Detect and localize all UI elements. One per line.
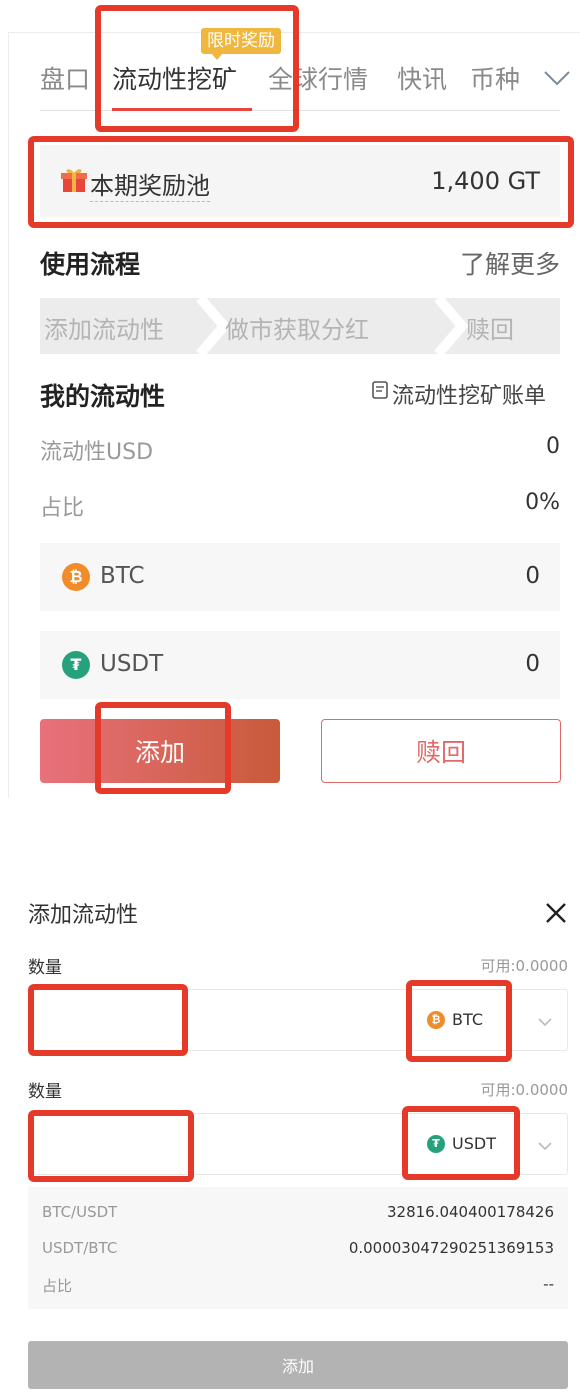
amount-label-2: 数量 bbox=[28, 1082, 62, 1102]
my-liquidity-title: 我的流动性 bbox=[40, 382, 166, 411]
add-liquidity-button[interactable]: 添加 bbox=[40, 719, 280, 783]
tab-news[interactable]: 快讯 bbox=[397, 60, 447, 96]
submit-add-button[interactable]: 添加 bbox=[28, 1341, 568, 1389]
limited-reward-badge: 限时奖励 bbox=[201, 28, 281, 60]
reward-pool-label: 本期奖励池 bbox=[90, 166, 210, 202]
chevron-down-icon[interactable] bbox=[537, 1013, 553, 1032]
tab-orderbook[interactable]: 盘口 bbox=[40, 60, 90, 96]
usdt-icon: ₮ bbox=[62, 651, 90, 679]
tab-global-market[interactable]: 全球行情 bbox=[268, 60, 368, 96]
reward-pool-value: 1,400 GT bbox=[431, 167, 540, 195]
pair-label-usdt-btc: USDT/BTC bbox=[42, 1239, 118, 1257]
btc-icon: ₿ bbox=[62, 563, 90, 591]
process-step-redeem: 赎回 bbox=[466, 316, 514, 344]
close-icon[interactable] bbox=[543, 900, 569, 930]
chevron-down-icon[interactable] bbox=[543, 68, 571, 92]
amount-label-1: 数量 bbox=[28, 958, 62, 978]
token-select-usdt[interactable]: USDT bbox=[452, 1134, 496, 1153]
share-label: 占比 bbox=[40, 496, 85, 521]
pair-value-usdt-btc: 0.00003047290251369153 bbox=[348, 1239, 554, 1257]
available-balance-1: 可用:0.0000 bbox=[480, 957, 568, 975]
process-step-add: 添加流动性 bbox=[44, 316, 164, 344]
usdt-label: USDT bbox=[100, 651, 164, 677]
mining-bill-link[interactable]: 流动性挖矿账单 bbox=[392, 378, 546, 410]
btc-token-icon: ₿ bbox=[427, 1011, 445, 1029]
pair-value-btc-usdt: 32816.040400178426 bbox=[386, 1203, 554, 1221]
token-select-btc[interactable]: BTC bbox=[452, 1010, 483, 1029]
price-info-box: BTC/USDT 32816.040400178426 USDT/BTC 0.0… bbox=[28, 1187, 568, 1309]
usdt-token-icon: ₮ bbox=[427, 1135, 445, 1153]
bill-icon[interactable] bbox=[372, 381, 388, 403]
modal-title: 添加流动性 bbox=[28, 903, 139, 928]
learn-more-link[interactable]: 了解更多 bbox=[460, 245, 560, 281]
process-step-market-making: 做市获取分红 bbox=[225, 316, 369, 344]
tab-coins[interactable]: 币种 bbox=[470, 60, 520, 96]
btc-balance-row: ₿ BTC 0 bbox=[40, 543, 560, 611]
amount-input-1[interactable] bbox=[28, 989, 568, 1051]
btc-label: BTC bbox=[100, 563, 145, 589]
share-value: 0% bbox=[525, 490, 560, 515]
share-ratio-value: -- bbox=[543, 1275, 554, 1293]
liquidity-usd-value: 0 bbox=[546, 434, 560, 459]
usdt-value: 0 bbox=[525, 651, 540, 677]
redeem-button[interactable]: 赎回 bbox=[321, 719, 561, 783]
chevron-down-icon[interactable] bbox=[537, 1137, 553, 1156]
pair-label-btc-usdt: BTC/USDT bbox=[42, 1203, 118, 1221]
tab-active-indicator bbox=[112, 108, 252, 111]
process-steps: 添加流动性 做市获取分红 赎回 bbox=[40, 298, 560, 354]
btc-value: 0 bbox=[525, 563, 540, 589]
gift-icon bbox=[60, 166, 88, 198]
liquidity-usd-label: 流动性USD bbox=[40, 440, 154, 465]
available-balance-2: 可用:0.0000 bbox=[480, 1081, 568, 1099]
share-ratio-label: 占比 bbox=[42, 1277, 73, 1295]
process-title: 使用流程 bbox=[40, 250, 141, 279]
usdt-balance-row: ₮ USDT 0 bbox=[40, 631, 560, 699]
tab-liquidity-mining[interactable]: 流动性挖矿 bbox=[112, 60, 237, 96]
